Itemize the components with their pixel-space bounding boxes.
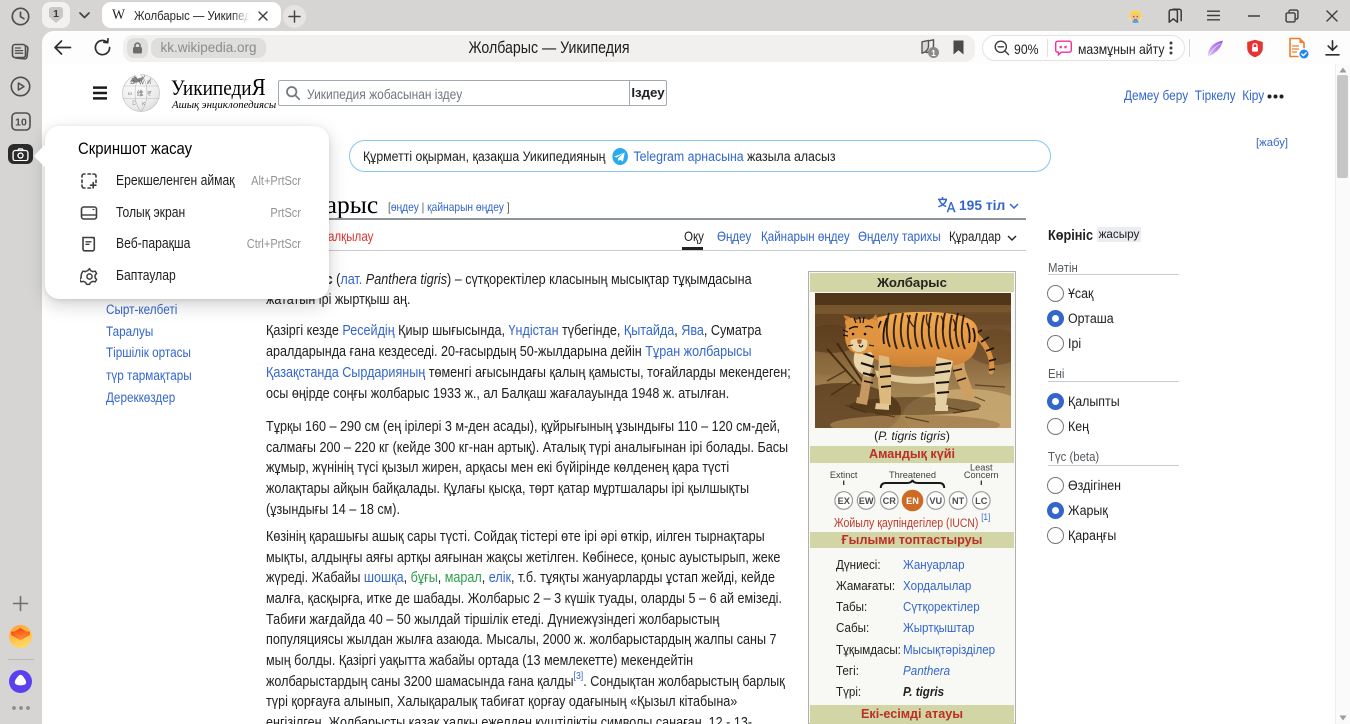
svg-text:Ω: Ω [130,80,135,86]
svg-text:EN: EN [906,496,919,506]
svg-text:Threatened: Threatened [889,470,936,480]
svg-text:VU: VU [929,496,942,506]
svg-text:ව: ව [132,100,137,107]
svg-text:EW: EW [859,496,874,506]
svg-text:NT: NT [952,496,965,506]
svg-text:10: 10 [15,117,27,129]
svg-text:1: 1 [931,48,936,58]
svg-text:EX: EX [838,496,851,506]
svg-text:Concern: Concern [964,470,999,480]
svg-text:א: א [142,102,146,108]
svg-text:维: 维 [137,88,144,97]
svg-text:W: W [138,79,145,86]
svg-text:И: И [147,80,151,86]
svg-text:Extinct: Extinct [830,470,858,480]
svg-text:LC: LC [975,496,988,506]
svg-text:ω: ω [128,90,132,97]
svg-text:CR: CR [883,496,897,506]
